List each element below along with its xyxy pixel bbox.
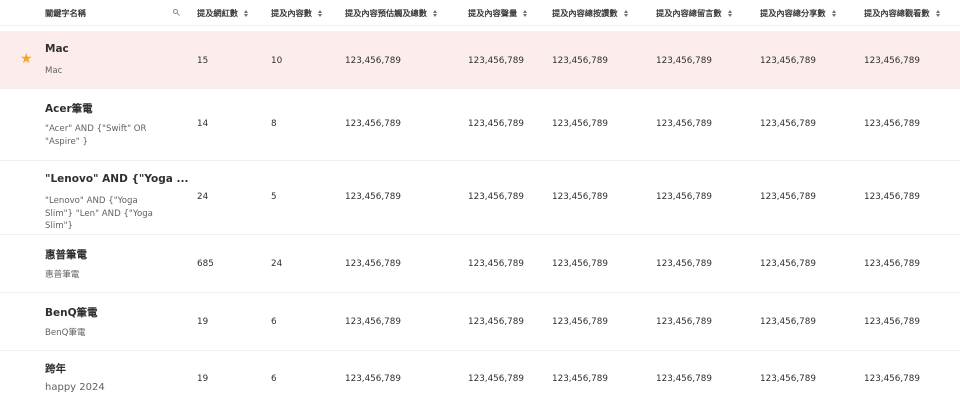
keyword-title: BenQ筆電 <box>45 307 98 319</box>
sort-icon[interactable] <box>623 8 631 18</box>
comments-total: 123,456,789 <box>656 374 712 384</box>
reach-total: 123,456,789 <box>345 192 401 202</box>
likes-total: 123,456,789 <box>552 192 608 202</box>
header-keyword-name-label: 關鍵字名稱 <box>45 8 86 18</box>
header-views-total-label: 提及內容總觀看數 <box>864 8 930 18</box>
header-volume-label: 提及內容聲量 <box>468 8 518 18</box>
header-shares-total[interactable]: 提及內容總分享數 <box>760 0 839 26</box>
header-likes-total[interactable]: 提及內容總按讚數 <box>552 0 631 26</box>
comments-total: 123,456,789 <box>656 56 712 66</box>
header-views-total[interactable]: 提及內容總觀看數 <box>864 0 943 26</box>
keyword-title: "Lenovo" AND {"Yoga ... <box>45 173 189 185</box>
header-content-count-label: 提及內容數 <box>271 8 312 18</box>
table-row[interactable]: 惠普筆電 惠普筆電 685 24 123,456,789 123,456,789… <box>0 235 960 293</box>
views-total: 123,456,789 <box>864 192 920 202</box>
sort-icon[interactable] <box>727 8 735 18</box>
volume: 123,456,789 <box>468 119 524 129</box>
keyword-title: 跨年 <box>45 363 66 375</box>
header-influencer-count-label: 提及網紅數 <box>197 8 238 18</box>
comments-total: 123,456,789 <box>656 317 712 327</box>
shares-total: 123,456,789 <box>760 56 816 66</box>
keyword-subtitle: "Acer" AND {"Swift" OR "Aspire" } <box>45 124 147 147</box>
keyword-title: Mac <box>45 43 69 55</box>
comments-total: 123,456,789 <box>656 192 712 202</box>
reach-total: 123,456,789 <box>345 374 401 384</box>
volume: 123,456,789 <box>468 259 524 269</box>
table-row[interactable]: BenQ筆電 BenQ筆電 19 6 123,456,789 123,456,7… <box>0 293 960 351</box>
likes-total: 123,456,789 <box>552 56 608 66</box>
sort-icon[interactable] <box>317 8 325 18</box>
table-row[interactable]: "Lenovo" AND {"Yoga ... "Lenovo" AND {"Y… <box>0 161 960 235</box>
shares-total: 123,456,789 <box>760 374 816 384</box>
table-row[interactable]: ★ Mac Mac 15 10 123,456,789 123,456,789 … <box>0 31 960 89</box>
reach-total: 123,456,789 <box>345 56 401 66</box>
content-count: 6 <box>271 317 277 327</box>
comments-total: 123,456,789 <box>656 119 712 129</box>
keyword-table: 關鍵字名稱 提及網紅數 提及內容數 提及內容預估觸及總數 提及內容聲量 提及內容… <box>0 0 960 404</box>
views-total: 123,456,789 <box>864 317 920 327</box>
content-count: 10 <box>271 56 283 66</box>
likes-total: 123,456,789 <box>552 259 608 269</box>
sort-icon[interactable] <box>432 8 440 18</box>
comments-total: 123,456,789 <box>656 259 712 269</box>
volume: 123,456,789 <box>468 317 524 327</box>
sort-icon[interactable] <box>243 8 251 18</box>
influencer-count: 14 <box>197 119 209 129</box>
sort-icon[interactable] <box>523 8 530 18</box>
views-total: 123,456,789 <box>864 259 920 269</box>
keyword-title: Acer筆電 <box>45 103 93 115</box>
shares-total: 123,456,789 <box>760 192 816 202</box>
shares-total: 123,456,789 <box>760 259 816 269</box>
header-shares-total-label: 提及內容總分享數 <box>760 8 826 18</box>
keyword-subtitle: Mac <box>45 66 63 76</box>
table-header: 關鍵字名稱 提及網紅數 提及內容數 提及內容預估觸及總數 提及內容聲量 提及內容… <box>0 0 960 26</box>
search-icon[interactable] <box>173 9 178 14</box>
influencer-count: 19 <box>197 374 209 384</box>
content-count: 6 <box>271 374 277 384</box>
table-row[interactable]: Acer筆電 "Acer" AND {"Swift" OR "Aspire" }… <box>0 89 960 161</box>
keyword-subtitle: 惠普筆電 <box>45 270 80 280</box>
sort-icon[interactable] <box>935 8 943 18</box>
content-count: 24 <box>271 259 283 269</box>
header-keyword-name[interactable]: 關鍵字名稱 <box>45 0 86 26</box>
header-comments-total-label: 提及內容總留言數 <box>656 8 722 18</box>
reach-total: 123,456,789 <box>345 317 401 327</box>
star-icon[interactable]: ★ <box>20 52 33 66</box>
header-likes-total-label: 提及內容總按讚數 <box>552 8 618 18</box>
views-total: 123,456,789 <box>864 119 920 129</box>
volume: 123,456,789 <box>468 192 524 202</box>
influencer-count: 15 <box>197 56 209 66</box>
influencer-count: 24 <box>197 192 209 202</box>
shares-total: 123,456,789 <box>760 119 816 129</box>
keyword-subtitle: happy 2024 <box>45 382 105 393</box>
likes-total: 123,456,789 <box>552 374 608 384</box>
sort-icon[interactable] <box>831 8 839 18</box>
content-count: 8 <box>271 119 277 129</box>
influencer-count: 685 <box>197 259 214 269</box>
reach-total: 123,456,789 <box>345 119 401 129</box>
content-count: 5 <box>271 192 277 202</box>
reach-total: 123,456,789 <box>345 259 401 269</box>
keyword-subtitle: "Lenovo" AND {"Yoga Slim"} "Len" AND {"Y… <box>45 196 153 231</box>
header-comments-total[interactable]: 提及內容總留言數 <box>656 0 735 26</box>
header-influencer-count[interactable]: 提及網紅數 <box>197 0 251 26</box>
views-total: 123,456,789 <box>864 56 920 66</box>
likes-total: 123,456,789 <box>552 317 608 327</box>
shares-total: 123,456,789 <box>760 317 816 327</box>
keyword-title: 惠普筆電 <box>45 249 87 261</box>
volume: 123,456,789 <box>468 56 524 66</box>
keyword-subtitle: BenQ筆電 <box>45 328 86 338</box>
table-row[interactable]: 跨年 happy 2024 19 6 123,456,789 123,456,7… <box>0 351 960 404</box>
volume: 123,456,789 <box>468 374 524 384</box>
header-reach-total[interactable]: 提及內容預估觸及總數 <box>345 0 440 26</box>
views-total: 123,456,789 <box>864 374 920 384</box>
likes-total: 123,456,789 <box>552 119 608 129</box>
header-content-count[interactable]: 提及內容數 <box>271 0 325 26</box>
header-volume[interactable]: 提及內容聲量 <box>468 0 530 26</box>
header-reach-total-label: 提及內容預估觸及總數 <box>345 8 427 18</box>
influencer-count: 19 <box>197 317 209 327</box>
